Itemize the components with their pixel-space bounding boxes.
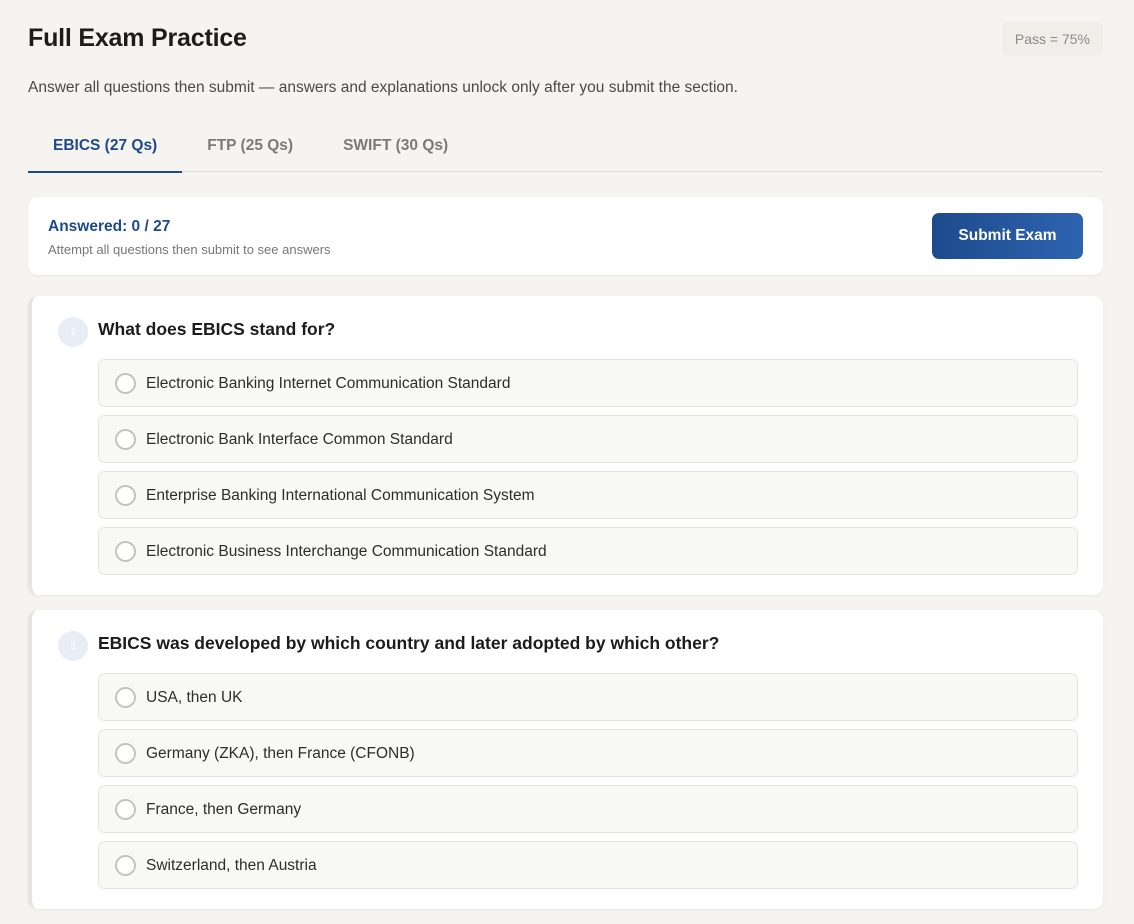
option-label: France, then Germany bbox=[146, 801, 302, 818]
radio-button[interactable] bbox=[115, 743, 136, 764]
answer-option[interactable]: Electronic Banking Internet Communicatio… bbox=[98, 359, 1078, 407]
answer-option[interactable]: Enterprise Banking International Communi… bbox=[98, 471, 1078, 519]
answer-option[interactable]: France, then Germany bbox=[98, 785, 1078, 833]
radio-button[interactable] bbox=[115, 373, 136, 394]
answer-option[interactable]: Electronic Bank Interface Common Standar… bbox=[98, 415, 1078, 463]
option-label: USA, then UK bbox=[146, 689, 243, 706]
page-title: Full Exam Practice bbox=[28, 24, 247, 52]
radio-button[interactable] bbox=[115, 485, 136, 506]
answer-options: USA, then UK Germany (ZKA), then France … bbox=[98, 673, 1078, 897]
answer-option[interactable]: Germany (ZKA), then France (CFONB) bbox=[98, 729, 1078, 777]
radio-button[interactable] bbox=[115, 541, 136, 562]
radio-button[interactable] bbox=[115, 429, 136, 450]
progress-panel: Answered: 0 / 27 Attempt all questions t… bbox=[28, 197, 1103, 275]
section-tabs: EBICS (27 Qs) FTP (25 Qs) SWIFT (30 Qs) bbox=[28, 124, 1103, 173]
question-number-badge: 2 bbox=[58, 631, 88, 661]
option-label: Switzerland, then Austria bbox=[146, 857, 317, 874]
radio-button[interactable] bbox=[115, 799, 136, 820]
option-label: Enterprise Banking International Communi… bbox=[146, 487, 535, 504]
option-label: Electronic Banking Internet Communicatio… bbox=[146, 375, 511, 392]
answer-option[interactable]: Electronic Business Interchange Communic… bbox=[98, 527, 1078, 575]
question-card: 1 What does EBICS stand for? Electronic … bbox=[28, 296, 1103, 595]
pass-threshold-badge: Pass = 75% bbox=[1001, 22, 1103, 56]
question-card: 2 EBICS was developed by which country a… bbox=[28, 610, 1103, 909]
option-label: Electronic Business Interchange Communic… bbox=[146, 543, 547, 560]
submit-exam-button[interactable]: Submit Exam bbox=[932, 213, 1083, 259]
answer-option[interactable]: Switzerland, then Austria bbox=[98, 841, 1078, 889]
submit-hint: Attempt all questions then submit to see… bbox=[48, 242, 331, 257]
option-label: Germany (ZKA), then France (CFONB) bbox=[146, 745, 415, 762]
answered-count: Answered: 0 / 27 bbox=[48, 218, 171, 235]
question-text: What does EBICS stand for? bbox=[98, 319, 336, 339]
tab-ebics[interactable]: EBICS (27 Qs) bbox=[28, 124, 183, 173]
answer-option[interactable]: USA, then UK bbox=[98, 673, 1078, 721]
answer-options: Electronic Banking Internet Communicatio… bbox=[98, 359, 1078, 583]
option-label: Electronic Bank Interface Common Standar… bbox=[146, 431, 453, 448]
tab-ftp[interactable]: FTP (25 Qs) bbox=[182, 124, 318, 172]
question-number-badge: 1 bbox=[58, 317, 88, 347]
page-subtitle: Answer all questions then submit — answe… bbox=[28, 79, 738, 96]
radio-button[interactable] bbox=[115, 687, 136, 708]
question-text: EBICS was developed by which country and… bbox=[98, 633, 720, 653]
tab-swift[interactable]: SWIFT (30 Qs) bbox=[318, 124, 473, 172]
radio-button[interactable] bbox=[115, 855, 136, 876]
